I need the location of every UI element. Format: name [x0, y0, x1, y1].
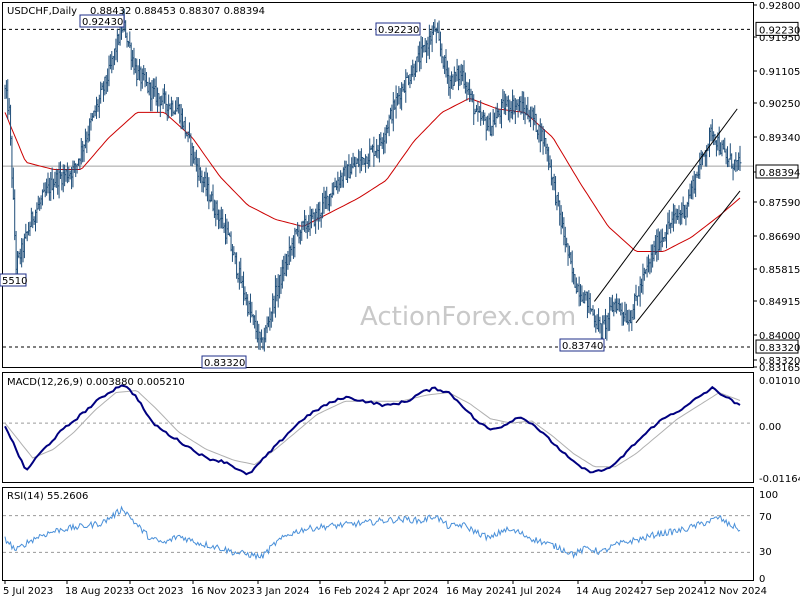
- x-axis-label: 1 Jul 2024: [511, 586, 561, 597]
- usdchf-daily-chart: ActionForex.com 0.928000.919500.911050.9…: [0, 1, 800, 597]
- macd-line: [4, 384, 741, 476]
- price-tick-label: 0.84915: [759, 297, 800, 308]
- price-tick-label: 0.85815: [759, 265, 800, 276]
- rsi-panel-frame: [2, 487, 754, 581]
- price-tick-label: 0.87590: [759, 198, 800, 209]
- x-axis-label: 5 Jul 2023: [3, 586, 53, 597]
- annotation-text: 0.83320: [204, 358, 245, 369]
- rsi-tick-label: 0: [759, 574, 765, 585]
- annotation-text: 0.83740: [562, 341, 603, 352]
- macd-tick-label: 0.00: [759, 422, 781, 433]
- x-axis-label: 12 Nov 2024: [703, 586, 767, 597]
- annotation-label: 0.92230: [375, 22, 421, 36]
- price-tick-label: 0.91105: [759, 67, 800, 78]
- macd-header: MACD(12,26,9) 0.003880 0.005210: [7, 377, 185, 388]
- price-tick-label: 0.90250: [759, 99, 800, 110]
- rsi-tick-label: 30: [759, 547, 772, 558]
- price-tick-label: 0.89340: [759, 133, 800, 144]
- channel-trendline: [593, 108, 738, 302]
- price-tick-label: 0.86690: [759, 232, 800, 243]
- moving-average-line: [4, 98, 741, 252]
- price-tick-label: 0.92800: [759, 1, 800, 12]
- ohlc-header: 0.88432 0.88453 0.88307 0.88394: [90, 6, 265, 17]
- x-axis-label: 14 Aug 2024: [576, 586, 640, 597]
- macd-tick-label: 0.010101: [759, 376, 800, 387]
- annotation-label: 5510: [0, 273, 27, 287]
- macd-tick-label: -0.011645: [759, 474, 800, 485]
- symbol-header: USDCHF,Daily: [7, 6, 77, 17]
- x-axis-label: 16 Nov 2023: [191, 586, 255, 597]
- rsi-line: [4, 505, 741, 561]
- rsi-tick-label: 70: [759, 512, 772, 523]
- x-axis-label: 27 Sep 2024: [640, 586, 703, 597]
- x-axis-label: 3 Oct 2023: [128, 586, 183, 597]
- annotation-text: 0.92230: [378, 25, 419, 36]
- x-axis-label: 3 Jan 2024: [256, 586, 310, 597]
- x-axis-label: 18 Aug 2023: [65, 586, 129, 597]
- rsi-tick-label: 100: [759, 490, 778, 501]
- level-price-label: 0.83320: [759, 343, 800, 354]
- annotation-text: 0.92430: [82, 17, 123, 28]
- annotation-label: 0.83740: [559, 338, 605, 352]
- price-tick-label: 0.88394: [759, 168, 800, 179]
- level-price-label: 0.92230: [759, 25, 800, 36]
- x-axis-label: 2 Apr 2024: [383, 586, 438, 597]
- watermark: ActionForex.com: [360, 302, 576, 332]
- price-tick-label: 0.83165: [759, 363, 800, 374]
- rsi-header: RSI(14) 55.2606: [7, 491, 88, 502]
- annotation-text: 5510: [2, 276, 27, 287]
- annotation-label: 0.83320: [201, 355, 247, 369]
- x-axis-label: 16 May 2024: [446, 586, 511, 597]
- x-axis-label: 16 Feb 2024: [318, 586, 380, 597]
